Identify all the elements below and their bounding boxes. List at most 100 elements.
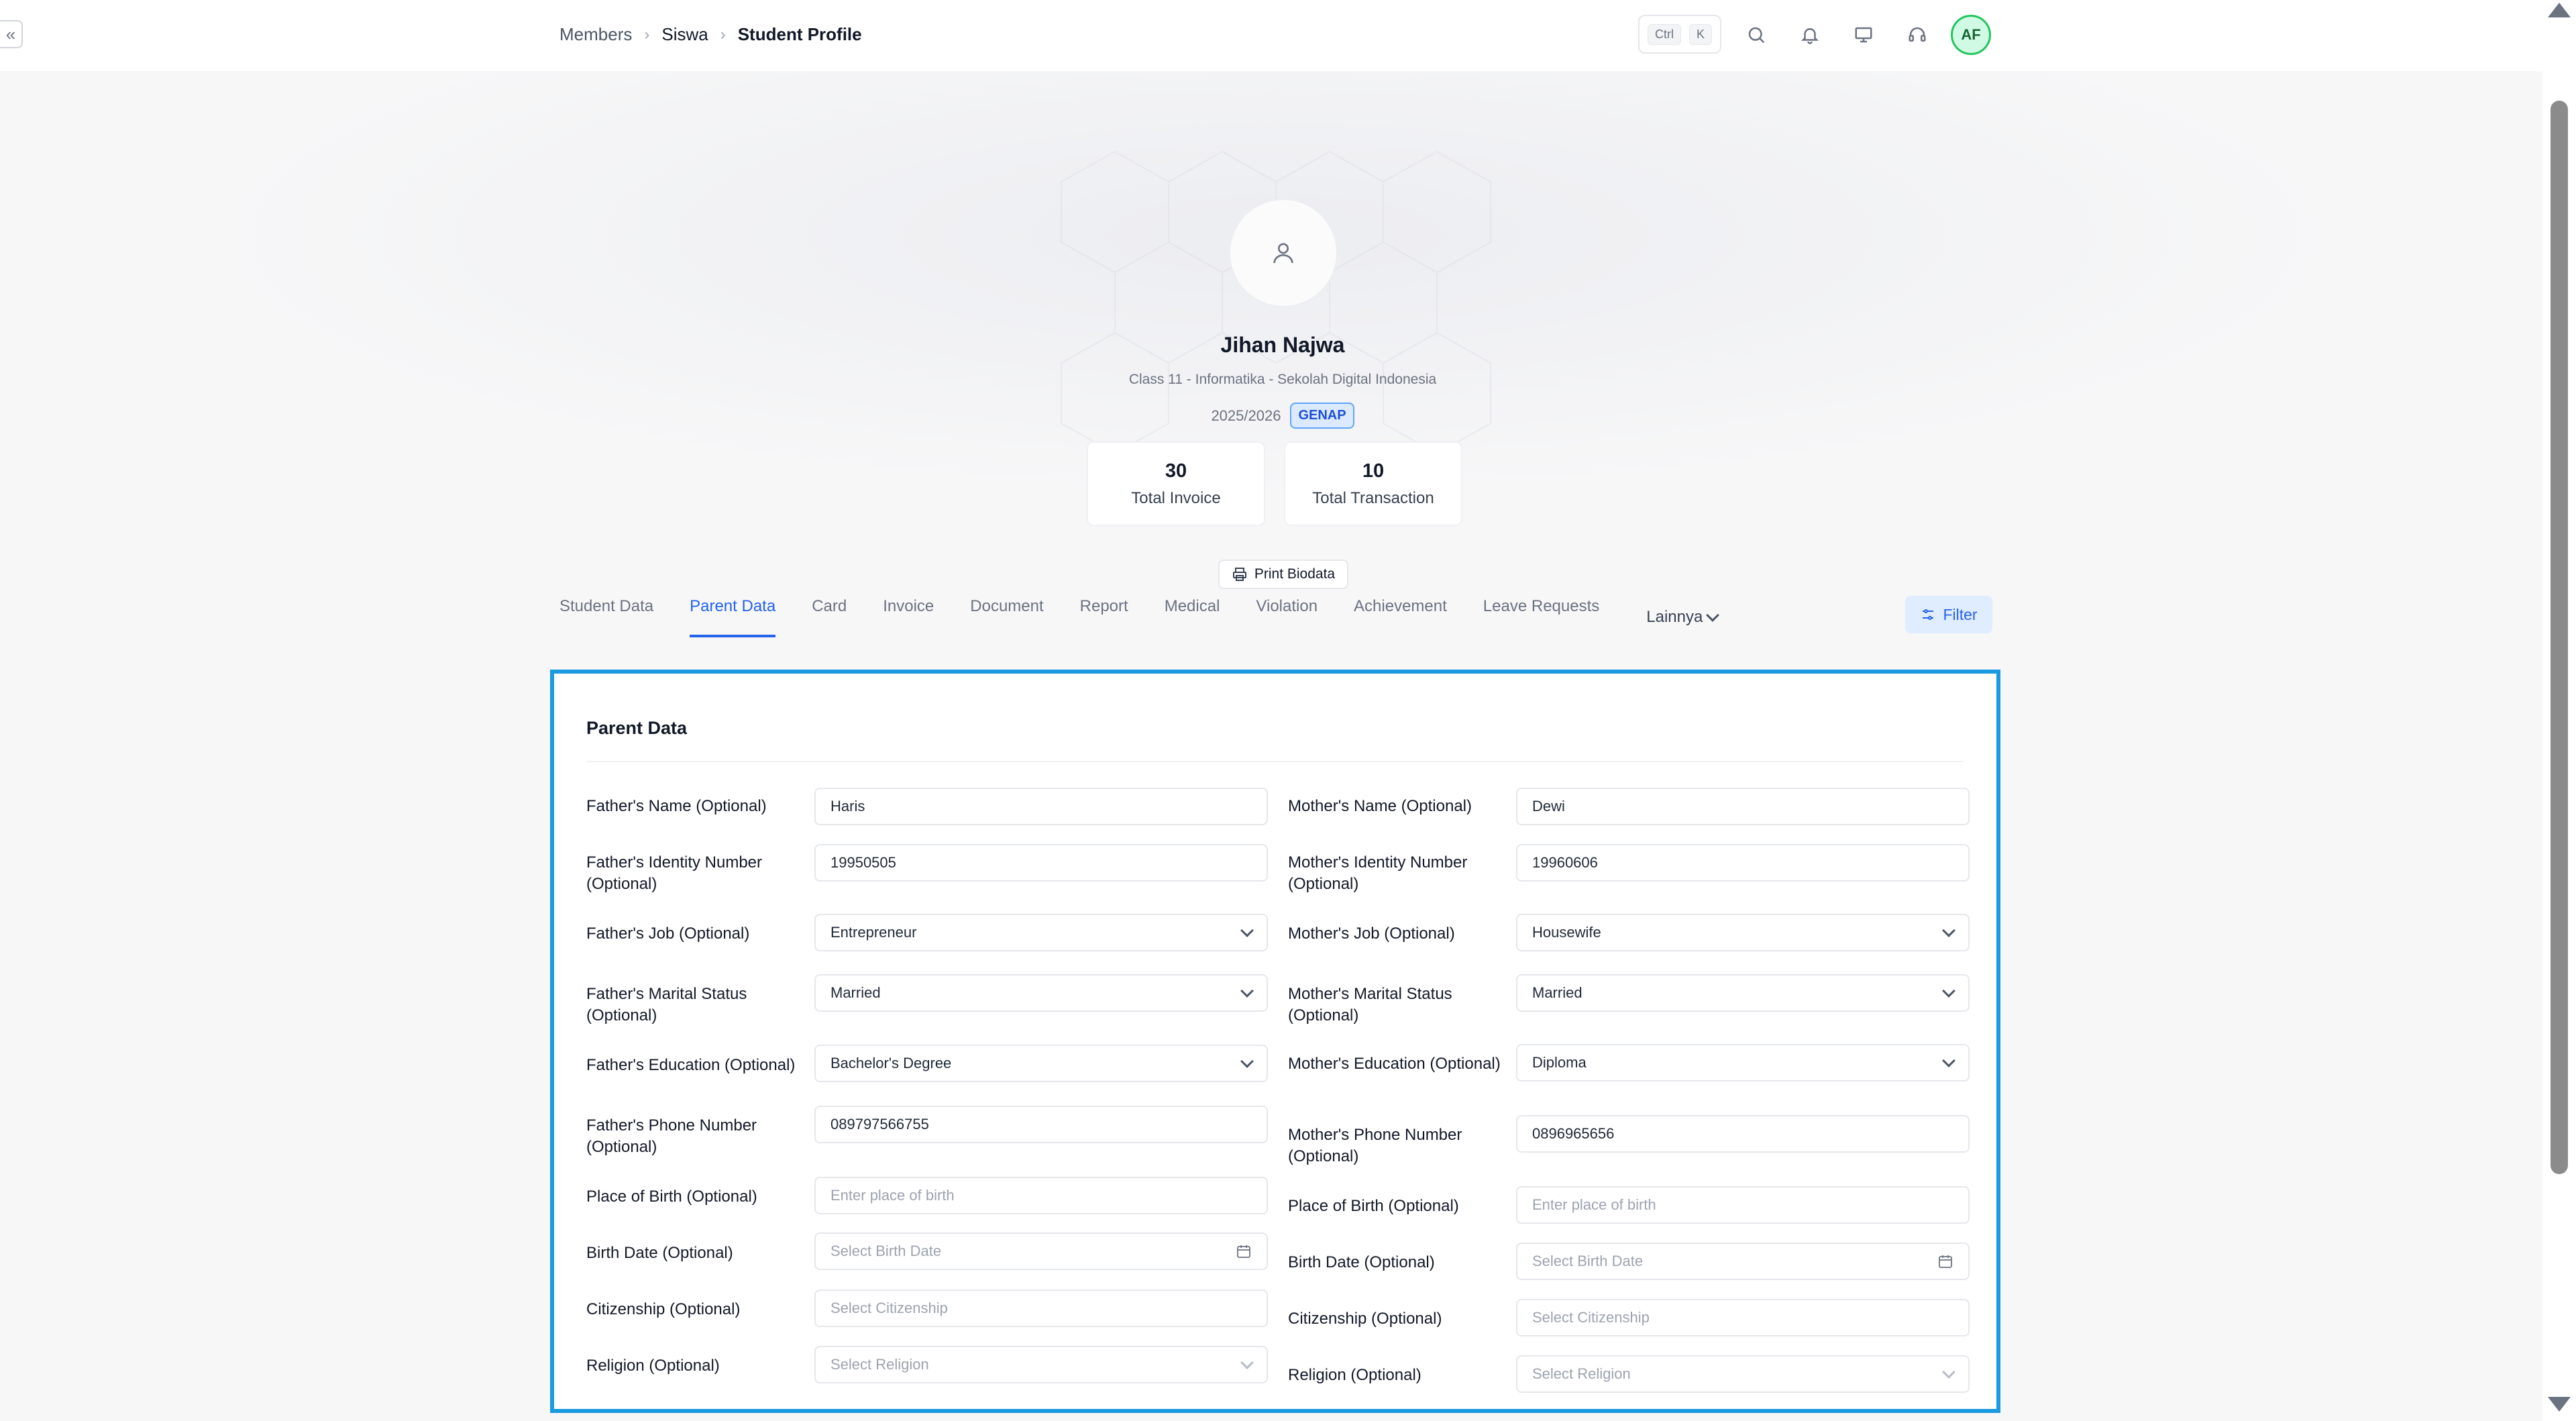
mother-dob-label: Birth Date (Optional)	[1288, 1253, 1435, 1271]
mother-name-value: Dewi	[1532, 798, 1565, 814]
mother-phone-input[interactable]: 0896965656	[1516, 1115, 1970, 1153]
chevron-down-icon	[1942, 924, 1955, 937]
chevron-down-icon	[1706, 609, 1720, 622]
father-citizenship-placeholder: Select Citizenship	[830, 1300, 948, 1316]
father-name-input[interactable]: Haris	[814, 788, 1268, 825]
tab-violation[interactable]: Violation	[1256, 597, 1318, 637]
father-citizenship-select[interactable]: Select Citizenship	[814, 1290, 1268, 1327]
mother-education-select[interactable]: Diploma	[1516, 1044, 1970, 1082]
tab-parent-data[interactable]: Parent Data	[690, 597, 776, 637]
profile-photo[interactable]	[1229, 199, 1338, 307]
scroll-up-arrow-icon[interactable]	[2548, 3, 2571, 17]
father-marital-label: Father's Marital Status (Optional)	[586, 985, 747, 1024]
father-phone-value: 089797566755	[830, 1116, 929, 1133]
mother-citizenship-placeholder: Select Citizenship	[1532, 1309, 1650, 1326]
tab-document[interactable]: Document	[970, 597, 1043, 637]
father-education-select[interactable]: Bachelor's Degree	[814, 1045, 1268, 1082]
father-id-label: Father's Identity Number (Optional)	[586, 853, 763, 893]
tab-report[interactable]: Report	[1080, 597, 1128, 637]
mother-name-input[interactable]: Dewi	[1516, 788, 1970, 825]
father-job-value: Entrepreneur	[830, 924, 917, 941]
chevron-right-icon: ›	[644, 25, 650, 44]
mother-citizenship-select[interactable]: Select Citizenship	[1516, 1299, 1970, 1336]
search-button[interactable]	[1743, 21, 1770, 48]
father-pob-label: Place of Birth (Optional)	[586, 1188, 757, 1206]
mother-id-label: Mother's Identity Number (Optional)	[1288, 853, 1468, 893]
mother-education-label: Mother's Education (Optional)	[1288, 1055, 1501, 1073]
tab-student-data[interactable]: Student Data	[559, 597, 653, 637]
tab-achievement[interactable]: Achievement	[1354, 597, 1447, 637]
print-biodata-label: Print Biodata	[1254, 566, 1336, 582]
parent-data-panel: Parent Data Father's Name (Optional) Har…	[550, 670, 2000, 1413]
mother-marital-value: Married	[1532, 984, 1582, 1001]
chevron-down-icon	[1240, 984, 1254, 998]
tab-leave-requests[interactable]: Leave Requests	[1483, 597, 1599, 637]
academic-period: 2025/2026 GENAP	[947, 403, 1618, 429]
father-education-value: Bachelor's Degree	[830, 1055, 952, 1071]
father-citizenship-label: Citizenship (Optional)	[586, 1300, 741, 1318]
father-religion-label: Religion (Optional)	[586, 1357, 720, 1375]
collapse-icon: «	[5, 24, 16, 44]
father-name-value: Haris	[830, 798, 865, 814]
father-dob-label: Birth Date (Optional)	[586, 1244, 733, 1262]
father-education-label: Father's Education (Optional)	[586, 1056, 796, 1074]
father-id-input[interactable]: 19950505	[814, 844, 1268, 882]
tab-medical[interactable]: Medical	[1165, 597, 1220, 637]
calendar-icon	[1939, 1255, 1952, 1268]
father-marital-select[interactable]: Married	[814, 974, 1268, 1012]
user-avatar[interactable]: AF	[1951, 15, 1991, 55]
top-bar: « Members › Siswa › Student Profile Ctrl…	[0, 0, 2542, 71]
mother-marital-select[interactable]: Married	[1516, 974, 1970, 1012]
tab-more-dropdown[interactable]: Lainnya	[1646, 597, 1720, 637]
support-button[interactable]	[1904, 21, 1931, 48]
shortcut-key-ctrl: Ctrl	[1647, 23, 1681, 45]
breadcrumb-members[interactable]: Members	[559, 24, 632, 45]
father-phone-input[interactable]: 089797566755	[814, 1106, 1268, 1143]
mother-dob-picker[interactable]: Select Birth Date	[1516, 1243, 1970, 1280]
user-icon	[1273, 243, 1293, 264]
mother-religion-label: Religion (Optional)	[1288, 1366, 1421, 1384]
stat-card-total-transaction: 10 Total Transaction	[1284, 441, 1462, 526]
father-pob-input[interactable]: Enter place of birth	[814, 1177, 1268, 1214]
father-id-value: 19950505	[830, 854, 896, 871]
filter-button[interactable]: Filter	[1905, 596, 1992, 633]
academic-year: 2025/2026	[1211, 407, 1281, 424]
mother-religion-select[interactable]: Select Religion	[1516, 1355, 1970, 1393]
mother-religion-placeholder: Select Religion	[1532, 1365, 1631, 1382]
tab-more-label: Lainnya	[1646, 608, 1703, 626]
bell-icon	[1801, 28, 1819, 44]
display-button[interactable]	[1850, 21, 1877, 48]
collapse-sidebar-button[interactable]: «	[0, 20, 23, 48]
breadcrumb-siswa[interactable]: Siswa	[661, 24, 708, 45]
breadcrumb-current: Student Profile	[737, 24, 862, 44]
mother-job-select[interactable]: Housewife	[1516, 914, 1970, 951]
mother-name-label: Mother's Name (Optional)	[1288, 797, 1472, 815]
mother-job-value: Housewife	[1532, 924, 1601, 941]
tab-invoice[interactable]: Invoice	[883, 597, 934, 637]
mother-id-input[interactable]: 19960606	[1516, 844, 1970, 882]
scroll-down-arrow-icon[interactable]	[2548, 1397, 2571, 1412]
father-marital-value: Married	[830, 984, 881, 1001]
divider	[586, 761, 1964, 762]
father-religion-select[interactable]: Select Religion	[814, 1346, 1268, 1383]
notifications-button[interactable]	[1796, 21, 1823, 48]
command-search-shortcut[interactable]: Ctrl K	[1638, 15, 1721, 54]
father-phone-label: Father's Phone Number (Optional)	[586, 1116, 757, 1156]
mother-pob-input[interactable]: Enter place of birth	[1516, 1186, 1970, 1224]
father-job-select[interactable]: Entrepreneur	[814, 914, 1268, 951]
scrollbar-thumb[interactable]	[2551, 101, 2568, 1174]
mother-education-value: Diploma	[1532, 1054, 1587, 1071]
mother-dob-placeholder: Select Birth Date	[1532, 1253, 1644, 1269]
filter-label: Filter	[1943, 605, 1978, 623]
search-icon	[1748, 27, 1765, 44]
chevron-down-icon	[1942, 984, 1955, 998]
tab-card[interactable]: Card	[812, 597, 847, 637]
father-dob-picker[interactable]: Select Birth Date	[814, 1232, 1268, 1270]
print-biodata-button[interactable]: Print Biodata	[1218, 560, 1348, 589]
mother-marital-label: Mother's Marital Status (Optional)	[1288, 985, 1452, 1024]
stat-value: 10	[1362, 460, 1385, 482]
calendar-icon	[1237, 1245, 1250, 1258]
mother-citizenship-label: Citizenship (Optional)	[1288, 1310, 1442, 1328]
student-class-info: Class 11 - Informatika - Sekolah Digital…	[1128, 372, 1437, 387]
headset-icon	[1909, 27, 1926, 42]
